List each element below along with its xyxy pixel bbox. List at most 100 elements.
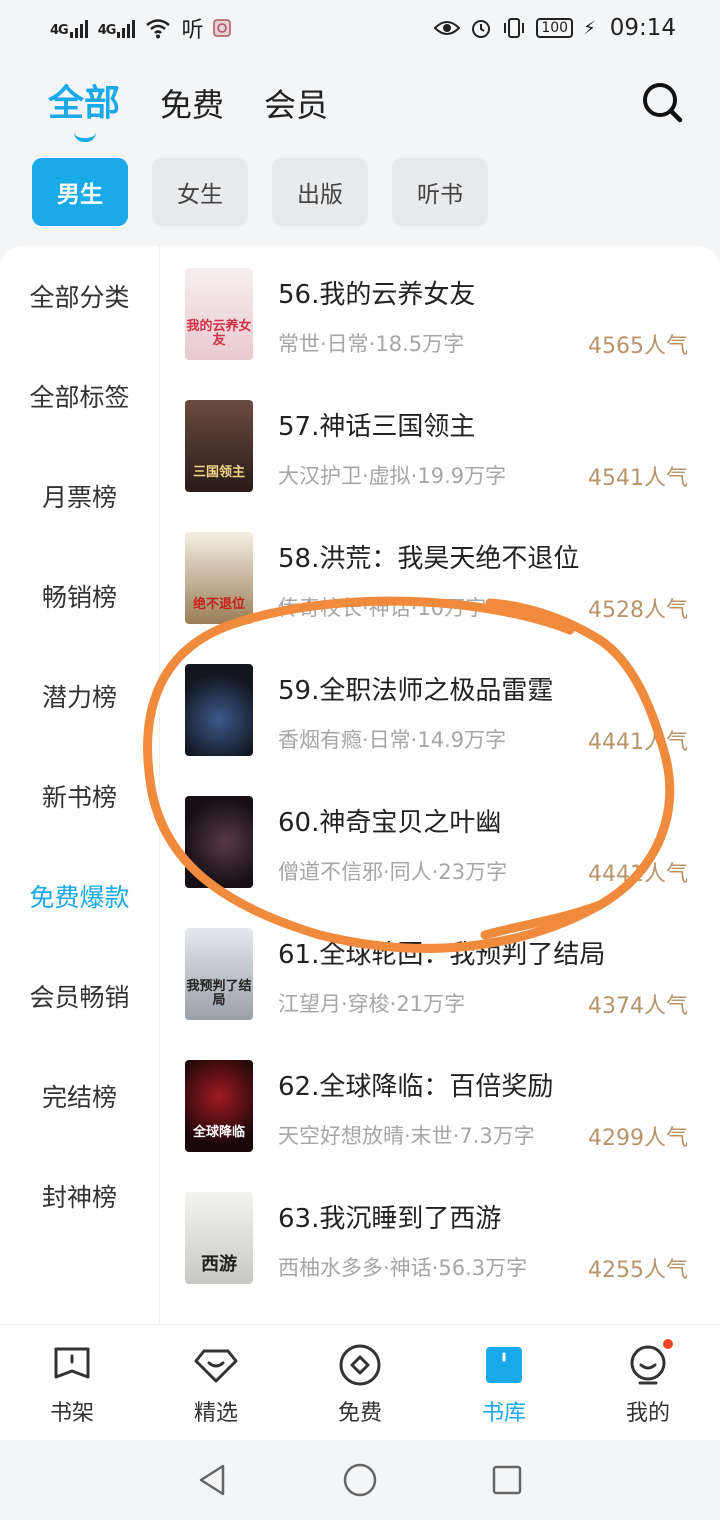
book-item[interactable]: 59.全职法师之极品雷霆 香烟有瘾·日常·14.9万字 4441人气 xyxy=(160,642,720,774)
sidebar-item-free-hits[interactable]: 免费爆款 xyxy=(0,846,159,946)
book-item[interactable]: 绝不退位 58.洪荒：我昊天绝不退位 传奇校长·神话·10万字 4528人气 xyxy=(160,510,720,642)
nav-label: 书库 xyxy=(481,1401,526,1426)
status-left: 4G 4G 听 xyxy=(50,12,232,44)
sidebar-item-vip-bestseller[interactable]: 会员畅销 xyxy=(0,946,159,1046)
notification-dot xyxy=(661,1337,675,1351)
tab-all[interactable]: 全部 xyxy=(48,74,120,142)
nav-label: 书架 xyxy=(49,1401,94,1426)
signal-2: 4G xyxy=(98,18,136,38)
bottom-nav: 书架 精选 免费 书库 我的 xyxy=(0,1324,720,1440)
cover-text: 西游 xyxy=(201,1254,237,1275)
cover-text: 绝不退位 xyxy=(192,597,245,612)
top-tabs: 全部 免费 会员 xyxy=(48,74,328,142)
status-bar: 4G 4G 听 100 ⚡ 09:14 xyxy=(0,0,720,56)
sidebar-item-new-books[interactable]: 新书榜 xyxy=(0,746,159,846)
tab-vip[interactable]: 会员 xyxy=(264,80,328,126)
chip-audiobook[interactable]: 听书 xyxy=(392,158,488,226)
book-title: 63.我沉睡到了西游 xyxy=(278,1204,502,1234)
book-meta: 传奇校长·神话·10万字 xyxy=(278,596,487,620)
book-meta: 江望月·穿梭·21万字 xyxy=(278,992,466,1016)
search-icon[interactable] xyxy=(640,80,684,124)
recents-icon[interactable] xyxy=(489,1462,525,1498)
book-meta: 大汉护卫·虚拟·19.9万字 xyxy=(278,464,507,488)
nav-label: 免费 xyxy=(337,1401,382,1426)
book-cover xyxy=(185,664,253,756)
book-popularity: 4441人气 xyxy=(588,862,688,887)
book-title: 56.我的云养女友 xyxy=(278,280,476,310)
nav-featured[interactable]: 精选 xyxy=(144,1325,288,1440)
chip-male[interactable]: 男生 xyxy=(32,158,128,226)
vibrate-icon xyxy=(504,18,525,38)
book-item[interactable]: 我的云养女友 56.我的云养女友 常世·日常·18.5万字 4565人气 xyxy=(160,246,720,378)
book-meta: 西柚水多多·神话·56.3万字 xyxy=(278,1256,528,1280)
book-meta: 常世·日常·18.5万字 xyxy=(278,332,465,356)
book-cover: 我预判了结局 xyxy=(185,928,253,1020)
book-popularity: 4541人气 xyxy=(588,466,688,491)
library-icon xyxy=(486,1347,522,1383)
nav-label: 精选 xyxy=(193,1401,238,1426)
book-title: 58.洪荒：我昊天绝不退位 xyxy=(278,544,580,574)
listen-app-icon: 听 xyxy=(181,18,204,43)
chip-published[interactable]: 出版 xyxy=(272,158,368,226)
nav-profile[interactable]: 我的 xyxy=(576,1325,720,1440)
bookshelf-icon xyxy=(54,1347,90,1379)
main-panel: 全部分类 全部标签 月票榜 畅销榜 潜力榜 新书榜 免费爆款 会员畅销 完结榜 … xyxy=(0,246,720,1324)
sidebar-item-all-categories[interactable]: 全部分类 xyxy=(0,246,159,346)
eye-icon xyxy=(434,21,461,35)
network-type-2: 4G xyxy=(97,23,117,38)
book-title: 57.神话三国领主 xyxy=(278,412,476,442)
sidebar-item-monthly-votes[interactable]: 月票榜 xyxy=(0,446,159,546)
book-popularity: 4299人气 xyxy=(588,1126,688,1151)
book-title: 61.全球轮回：我预判了结局 xyxy=(278,940,606,970)
book-popularity: 4528人气 xyxy=(588,598,688,623)
book-item[interactable]: 我预判了结局 61.全球轮回：我预判了结局 江望月·穿梭·21万字 4374人气 xyxy=(160,906,720,1038)
nav-library[interactable]: 书库 xyxy=(432,1325,576,1440)
book-cover: 全球降临 xyxy=(185,1060,253,1152)
book-title: 62.全球降临：百倍奖励 xyxy=(278,1072,554,1102)
category-chips: 男生 女生 出版 听书 xyxy=(32,158,488,226)
book-item[interactable]: 西游 63.我沉睡到了西游 西柚水多多·神话·56.3万字 4255人气 xyxy=(160,1170,720,1302)
sidebar-item-all-tags[interactable]: 全部标签 xyxy=(0,346,159,446)
cover-text: 全球降临 xyxy=(192,1125,245,1140)
signal-bars-icon xyxy=(69,18,88,38)
home-icon[interactable] xyxy=(342,1462,378,1498)
book-item[interactable]: 三国领主 57.神话三国领主 大汉护卫·虚拟·19.9万字 4541人气 xyxy=(160,378,720,510)
signal-bars-icon xyxy=(117,18,136,38)
book-list: 我的云养女友 56.我的云养女友 常世·日常·18.5万字 4565人气 三国领… xyxy=(160,246,720,1302)
book-item[interactable]: 60.神奇宝贝之叶幽 僧道不信邪·同人·23万字 4441人气 xyxy=(160,774,720,906)
book-popularity: 4441人气 xyxy=(588,730,688,755)
cover-text: 我的云养女友 xyxy=(186,319,252,348)
signal-1: 4G xyxy=(50,18,88,38)
network-type-1: 4G xyxy=(50,23,69,38)
book-popularity: 4374人气 xyxy=(588,994,688,1019)
sidebar-item-potential[interactable]: 潜力榜 xyxy=(0,646,159,746)
book-cover: 三国领主 xyxy=(185,400,253,492)
battery-indicator: 100 xyxy=(536,18,574,38)
alarm-icon xyxy=(472,20,491,38)
book-cover: 绝不退位 xyxy=(185,532,253,624)
book-title: 60.神奇宝贝之叶幽 xyxy=(278,808,502,838)
chip-female[interactable]: 女生 xyxy=(152,158,248,226)
tab-free[interactable]: 免费 xyxy=(160,80,224,126)
cover-text: 三国领主 xyxy=(192,465,245,480)
book-cover: 西游 xyxy=(185,1192,253,1284)
status-right: 100 ⚡ 09:14 xyxy=(434,15,676,41)
wifi-icon xyxy=(146,19,171,39)
sidebar-item-hall-of-fame[interactable]: 封神榜 xyxy=(0,1146,159,1246)
book-popularity: 4255人气 xyxy=(588,1258,688,1283)
clock: 09:14 xyxy=(609,15,676,41)
system-nav-bar xyxy=(0,1440,720,1520)
gem-icon xyxy=(194,1349,238,1383)
book-item[interactable]: 全球降临 62.全球降临：百倍奖励 天空好想放晴·末世·7.3万字 4299人气 xyxy=(160,1038,720,1170)
book-meta: 香烟有瘾·日常·14.9万字 xyxy=(278,728,507,752)
app-notification-icon xyxy=(213,19,232,37)
sidebar-item-bestseller[interactable]: 畅销榜 xyxy=(0,546,159,646)
sidebar-item-completed[interactable]: 完结榜 xyxy=(0,1046,159,1146)
back-icon[interactable] xyxy=(195,1462,231,1498)
nav-bookshelf[interactable]: 书架 xyxy=(0,1325,144,1440)
free-icon xyxy=(339,1344,381,1386)
book-title: 59.全职法师之极品雷霆 xyxy=(278,676,554,706)
nav-free[interactable]: 免费 xyxy=(288,1325,432,1440)
book-popularity: 4565人气 xyxy=(588,334,688,359)
book-meta: 僧道不信邪·同人·23万字 xyxy=(278,860,508,884)
